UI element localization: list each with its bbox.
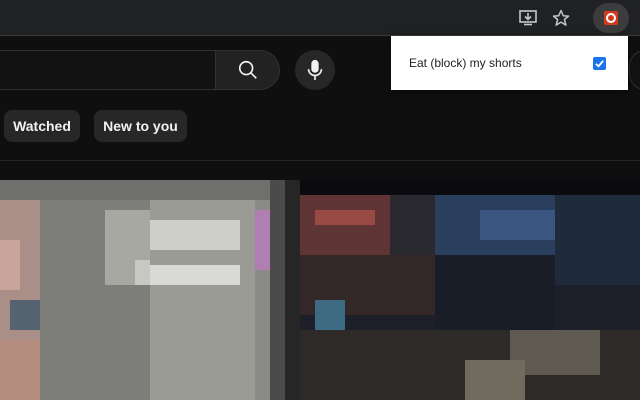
browser-toolbar xyxy=(0,0,640,36)
microphone-icon xyxy=(307,59,323,81)
extension-button[interactable] xyxy=(593,3,629,33)
checkmark-icon xyxy=(595,60,604,68)
block-shorts-label: Eat (block) my shorts xyxy=(409,56,522,70)
chip-new-to-you[interactable]: New to you xyxy=(94,110,187,142)
divider xyxy=(0,160,640,161)
search-input[interactable] xyxy=(0,50,217,90)
search-icon xyxy=(238,60,257,79)
extension-shorts-blocker-icon xyxy=(604,11,618,25)
video-thumbnail[interactable] xyxy=(300,180,640,400)
chip-watched[interactable]: Watched xyxy=(4,110,80,142)
create-button-partial[interactable] xyxy=(629,50,640,90)
voice-search-button[interactable] xyxy=(295,50,335,90)
extension-popup: Eat (block) my shorts xyxy=(391,36,628,90)
bookmark-star-icon[interactable] xyxy=(550,7,572,29)
search-button[interactable] xyxy=(215,50,280,90)
block-shorts-checkbox[interactable] xyxy=(593,57,606,70)
video-thumbnail[interactable] xyxy=(0,180,300,400)
install-app-icon[interactable] xyxy=(517,7,539,29)
